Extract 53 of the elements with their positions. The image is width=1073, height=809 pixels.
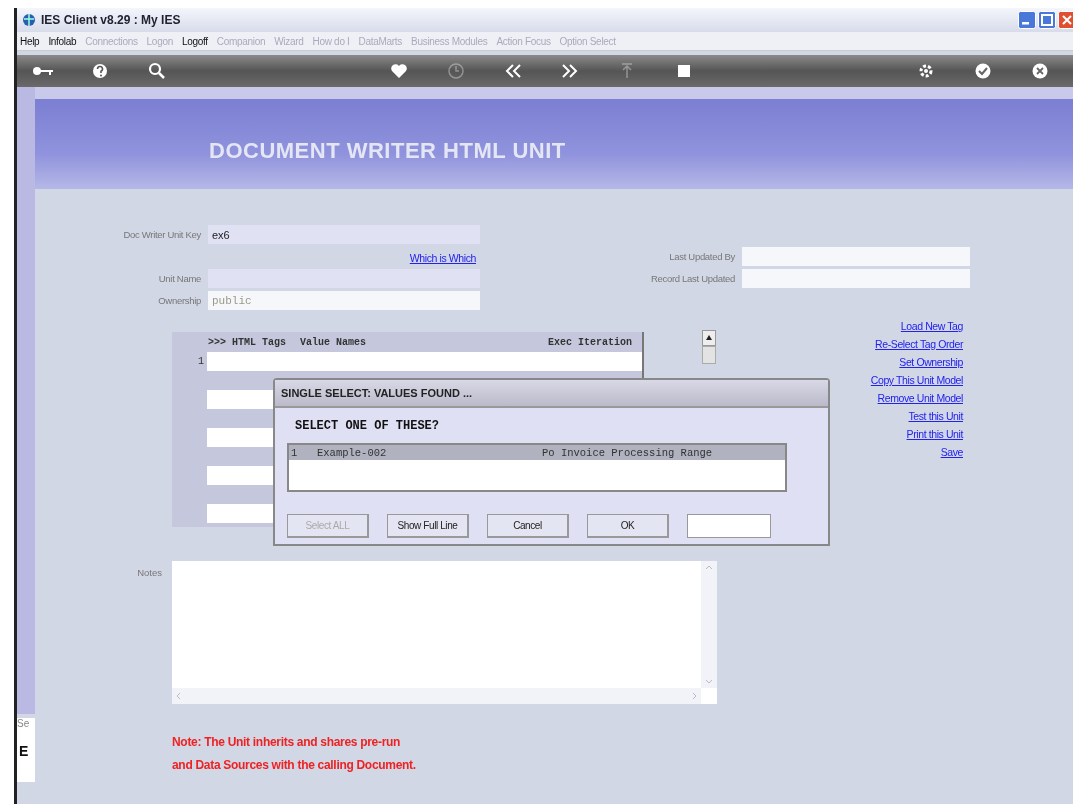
menu-item[interactable]: Logoff bbox=[181, 35, 208, 47]
page-title: DOCUMENT WRITER HTML UNIT bbox=[209, 138, 566, 164]
table-cell[interactable] bbox=[207, 352, 642, 371]
list-item[interactable]: 1 Example-002 Po Invoice Processing Range bbox=[289, 445, 785, 460]
dialog-button[interactable]: Show Full Line bbox=[387, 514, 469, 538]
field-label: Record Last Updated bbox=[649, 273, 735, 284]
check-icon[interactable] bbox=[973, 62, 992, 80]
action-link[interactable]: Save bbox=[940, 446, 963, 458]
action-link[interactable]: Copy This Unit Model bbox=[870, 374, 963, 386]
menu-item[interactable]: Infolab bbox=[48, 35, 77, 47]
search-icon[interactable] bbox=[147, 62, 166, 80]
scroll-thumb[interactable] bbox=[702, 346, 716, 364]
action-link[interactable]: Load New Tag bbox=[900, 320, 963, 332]
field-label: Unit Name bbox=[157, 273, 201, 284]
double-chevron-right-icon[interactable] bbox=[560, 62, 579, 80]
column-header: Value Names bbox=[300, 336, 367, 348]
field-label: Notes bbox=[136, 566, 162, 580]
action-link[interactable]: Set Ownership bbox=[899, 356, 963, 368]
dialog-title: SINGLE SELECT: VALUES FOUND ... bbox=[275, 380, 828, 408]
note-text: and Data Sources with the calling Document. bbox=[172, 757, 417, 774]
close-icon[interactable] bbox=[1058, 11, 1073, 29]
dialog-button[interactable]: Cancel bbox=[487, 514, 569, 538]
double-chevron-left-icon[interactable] bbox=[503, 62, 522, 80]
globe-icon bbox=[22, 13, 36, 27]
input-field[interactable] bbox=[742, 269, 970, 288]
maximize-icon[interactable] bbox=[1038, 11, 1056, 29]
input-field[interactable]: ex6 bbox=[208, 225, 480, 244]
close-icon[interactable] bbox=[1030, 62, 1049, 80]
field-label: Doc Writer Unit Key bbox=[122, 229, 201, 240]
field-label: Ownership bbox=[157, 295, 201, 306]
input-field[interactable] bbox=[687, 514, 771, 538]
search-field[interactable]: Se bbox=[17, 718, 35, 734]
column-header: Exec Iteration bbox=[548, 336, 632, 348]
prompt-text: SELECT ONE OF THESE? bbox=[295, 419, 441, 433]
input-field[interactable] bbox=[742, 247, 970, 266]
action-link[interactable]: Test this Unit bbox=[908, 410, 963, 422]
scrollbar[interactable] bbox=[702, 330, 718, 364]
action-link[interactable]: Remove Unit Model bbox=[877, 392, 963, 404]
help-icon[interactable] bbox=[90, 62, 109, 80]
dialog-button[interactable]: OK bbox=[587, 514, 669, 538]
heart-icon[interactable] bbox=[389, 62, 408, 80]
field-label: Last Updated By bbox=[668, 251, 735, 262]
column-header: >>> HTML Tags bbox=[208, 336, 286, 348]
side-glyph: E bbox=[19, 743, 29, 759]
window-title: IES Client v8.29 : My IES bbox=[41, 13, 181, 27]
action-link[interactable]: Print this Unit bbox=[906, 428, 963, 440]
note-text: Note: The Unit inherits and shares pre-run bbox=[172, 734, 402, 751]
minimize-icon[interactable] bbox=[1018, 11, 1036, 29]
row-number: 1 bbox=[197, 356, 204, 367]
menu-item[interactable]: Help bbox=[20, 35, 40, 47]
action-link[interactable]: Re-Select Tag Order bbox=[875, 338, 963, 350]
which-is-which-link[interactable]: Which is Which bbox=[409, 251, 476, 264]
scroll-up-icon[interactable] bbox=[702, 330, 716, 346]
